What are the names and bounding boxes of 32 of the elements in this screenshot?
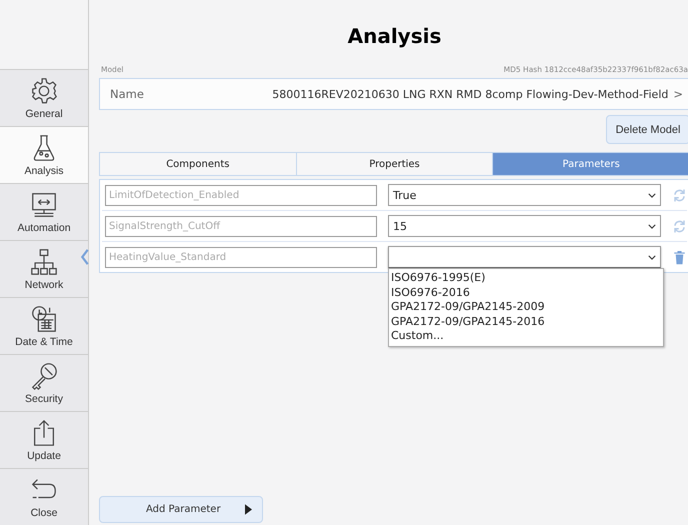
delete-model-button[interactable]: Delete Model xyxy=(606,115,688,144)
back-chevron-icon[interactable] xyxy=(80,248,90,266)
sidebar-item[interactable]: Security xyxy=(0,354,88,412)
caret-icon xyxy=(648,254,656,260)
refresh-icon[interactable] xyxy=(672,186,687,204)
sidebar-item[interactable]: Automation xyxy=(0,184,88,241)
sidebar-item[interactable]: Date & Time xyxy=(0,298,88,355)
parameter-value-dropdown[interactable] xyxy=(388,246,661,268)
dropdown-option[interactable]: ISO6976-1995(E) xyxy=(389,271,663,286)
key-icon xyxy=(29,360,59,391)
trash-icon[interactable] xyxy=(672,248,687,266)
page-title: Analysis xyxy=(346,24,442,48)
sidebar-item[interactable]: Analysis xyxy=(0,126,88,184)
refresh-icon[interactable] xyxy=(672,218,687,234)
parameter-value-dropdown[interactable]: 15 xyxy=(388,215,661,237)
dropdown-option[interactable]: GPA2172-09/GPA2145-2016 xyxy=(389,314,663,329)
model-name-field[interactable]: Name 5800116REV20210630 LNG RXN RMD 8comp Flowing-Dev-Method-Field > xyxy=(99,78,688,110)
sidebar-item[interactable]: Network xyxy=(0,240,88,298)
add-parameter-button[interactable]: Add Parameter xyxy=(99,496,263,523)
sidebar-item[interactable]: Close xyxy=(0,469,88,525)
dropdown-option[interactable]: ISO6976-2016 xyxy=(389,286,663,300)
tab[interactable]: Properties xyxy=(296,153,494,175)
dropdown-option[interactable]: GPA2172-09/GPA2145-2009 xyxy=(389,300,663,314)
parameter-value-dropdown[interactable]: True xyxy=(388,184,661,206)
calendar-clock-icon xyxy=(29,304,59,334)
sidebar-item[interactable]: Update xyxy=(0,412,88,470)
gear-icon xyxy=(29,76,59,106)
caret-icon xyxy=(648,192,656,198)
play-triangle-icon xyxy=(245,504,252,515)
network-icon xyxy=(29,246,59,277)
dropdown-option[interactable]: Custom... xyxy=(389,329,663,344)
caret-icon xyxy=(648,224,656,228)
